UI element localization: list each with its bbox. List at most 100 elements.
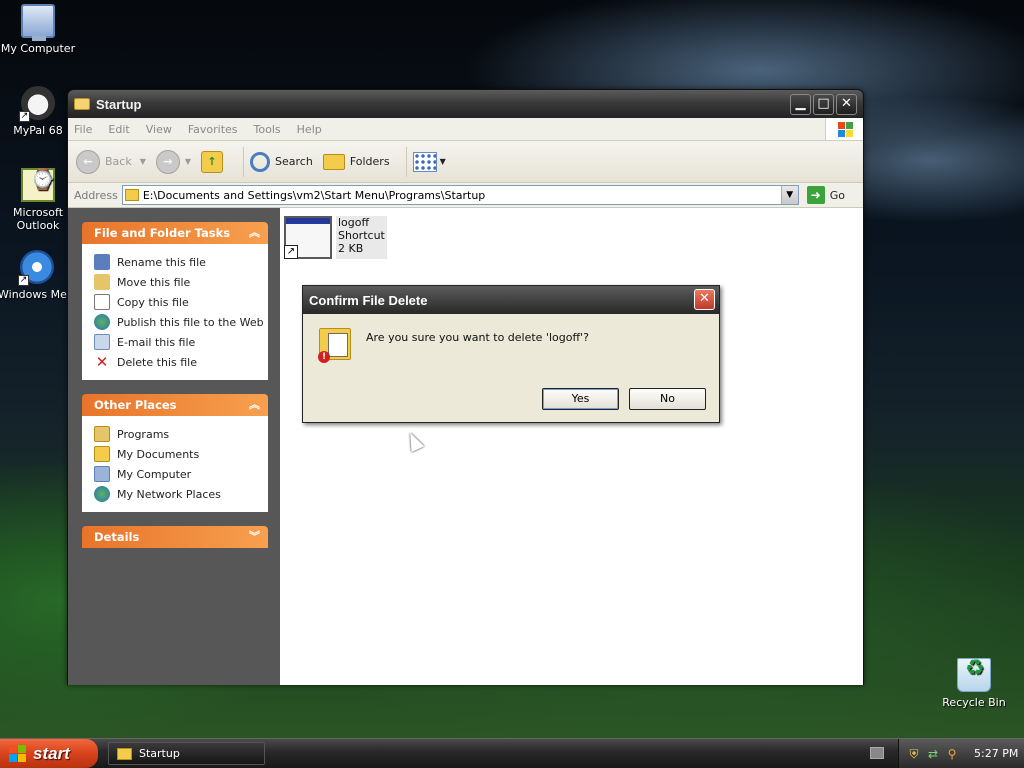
- dialog-title: Confirm File Delete: [309, 292, 428, 308]
- desktop-icon-my-computer[interactable]: My Computer: [0, 4, 78, 55]
- address-label: Address: [74, 188, 118, 202]
- system-tray: ⛨ ⇄ ⚲ 5:27 PM: [898, 739, 1024, 768]
- desktop-icon-media-player[interactable]: ↗ Windows Media Player: [0, 250, 76, 314]
- no-button[interactable]: No: [629, 388, 706, 410]
- forward-button[interactable]: → ▼: [155, 149, 191, 174]
- network-places-icon: [94, 486, 110, 502]
- back-button[interactable]: ← Back ▼: [76, 149, 146, 174]
- media-player-icon: ↗: [18, 250, 54, 286]
- other-places-header[interactable]: Other Places ︽: [82, 394, 268, 416]
- programs-folder-icon: [94, 426, 110, 442]
- dialog-titlebar[interactable]: Confirm File Delete ✕: [303, 286, 719, 314]
- place-label: My Network Places: [117, 487, 221, 501]
- window-title: Startup: [96, 96, 142, 112]
- details-panel: Details ︾: [82, 526, 268, 548]
- dialog-close-button[interactable]: ✕: [694, 289, 715, 310]
- place-my-computer[interactable]: My Computer: [94, 464, 268, 484]
- menu-edit[interactable]: Edit: [108, 123, 129, 136]
- search-icon: [250, 151, 271, 172]
- file-folder-tasks-header[interactable]: File and Folder Tasks ︽: [82, 222, 268, 244]
- task-copy[interactable]: Copy this file: [94, 292, 268, 312]
- taskbar: start Startup ⛨ ⇄ ⚲ 5:27 PM: [0, 738, 1024, 768]
- place-my-network[interactable]: My Network Places: [94, 484, 268, 504]
- delete-warning-icon: !: [318, 328, 351, 363]
- place-label: Programs: [117, 427, 170, 441]
- go-button[interactable]: ➜ Go: [806, 186, 845, 204]
- yes-button[interactable]: Yes: [542, 388, 619, 410]
- recycle-bin-icon: [957, 658, 991, 692]
- details-header[interactable]: Details ︾: [82, 526, 268, 548]
- desktop-icon-label: Windows Media Player: [0, 288, 76, 301]
- up-folder-button[interactable]: ↑: [201, 150, 227, 173]
- search-button[interactable]: Search: [250, 151, 313, 172]
- task-label: Delete this file: [117, 355, 197, 369]
- window-titlebar[interactable]: Startup ▁ □ ✕: [68, 90, 863, 118]
- close-button[interactable]: ✕: [836, 93, 857, 115]
- start-label: start: [33, 743, 70, 763]
- menu-view[interactable]: View: [146, 123, 172, 136]
- panel-title: File and Folder Tasks: [94, 226, 231, 240]
- windows-logo-icon: [825, 118, 863, 140]
- task-email[interactable]: E-mail this file: [94, 332, 268, 352]
- my-documents-icon: [94, 446, 110, 462]
- go-arrow-icon: ➜: [806, 186, 825, 204]
- clock[interactable]: 5:27 PM: [974, 747, 1018, 760]
- toolbar-separator: [405, 146, 407, 177]
- folder-icon: [74, 98, 90, 110]
- maximize-button[interactable]: □: [813, 93, 834, 115]
- place-label: My Computer: [117, 467, 192, 481]
- menu-file[interactable]: File: [74, 123, 92, 136]
- folders-icon: [322, 153, 345, 170]
- shortcut-arrow-icon: ↗: [19, 111, 30, 122]
- back-label: Back: [105, 155, 132, 168]
- task-delete[interactable]: ✕ Delete this file: [94, 352, 268, 372]
- menu-favorites[interactable]: Favorites: [188, 123, 238, 136]
- forward-arrow-icon: →: [155, 149, 180, 174]
- menu-tools[interactable]: Tools: [254, 123, 281, 136]
- desktop-icon-recycle-bin[interactable]: Recycle Bin: [934, 658, 1014, 709]
- views-button[interactable]: ▼: [412, 151, 446, 172]
- copy-icon: [94, 294, 110, 310]
- file-label: logoff Shortcut 2 KB: [336, 216, 387, 259]
- dialog-message: Are you sure you want to delete 'logoff'…: [366, 331, 589, 344]
- up-folder-icon: ↑: [201, 150, 224, 173]
- place-my-documents[interactable]: My Documents: [94, 444, 268, 464]
- task-label: Move this file: [117, 275, 191, 289]
- place-programs[interactable]: Programs: [94, 424, 268, 444]
- keyboard-icon[interactable]: [870, 747, 884, 759]
- search-icon[interactable]: ⚲: [945, 747, 959, 761]
- task-rename[interactable]: Rename this file: [94, 252, 268, 272]
- my-computer-icon: [21, 4, 55, 41]
- task-publish[interactable]: Publish this file to the Web: [94, 312, 268, 332]
- start-button[interactable]: start: [0, 739, 98, 768]
- security-shield-icon[interactable]: ⛨: [907, 747, 921, 761]
- folders-label: Folders: [349, 155, 390, 168]
- minimize-button[interactable]: ▁: [790, 93, 811, 115]
- move-icon: [94, 274, 110, 290]
- address-dropdown-button[interactable]: ▼: [780, 186, 798, 204]
- task-label: Publish this file to the Web: [117, 315, 264, 329]
- shortcut-arrow-icon: ↗: [18, 275, 29, 286]
- menu-help[interactable]: Help: [297, 123, 322, 136]
- back-arrow-icon: ←: [76, 149, 100, 174]
- window-file-icon: ↗: [284, 216, 332, 259]
- delete-x-icon: ✕: [95, 353, 109, 371]
- folders-button[interactable]: Folders: [322, 153, 390, 170]
- folder-icon: [124, 189, 139, 201]
- network-icon[interactable]: ⇄: [926, 747, 940, 761]
- confirm-delete-dialog: Confirm File Delete ✕ ! Are you sure you…: [302, 285, 720, 423]
- task-move[interactable]: Move this file: [94, 272, 268, 292]
- menu-bar: File Edit View Favorites Tools Help: [68, 118, 863, 141]
- windows-flag-icon: [9, 744, 27, 763]
- folder-icon: [117, 747, 132, 760]
- file-list-pane[interactable]: ↗ logoff Shortcut 2 KB: [280, 208, 863, 685]
- toolbar-separator: [243, 146, 245, 177]
- window-content: File and Folder Tasks ︽ Rename this file…: [68, 208, 863, 685]
- file-item-logoff[interactable]: ↗ logoff Shortcut 2 KB: [284, 216, 387, 259]
- task-label: Copy this file: [117, 295, 189, 309]
- taskbar-item-startup[interactable]: Startup: [108, 742, 265, 765]
- desktop-icon-label: Recycle Bin: [942, 696, 1006, 709]
- shortcut-arrow-icon: ↗: [284, 245, 298, 259]
- file-name: logoff: [338, 216, 370, 229]
- address-input[interactable]: E:\Documents and Settings\vm2\Start Menu…: [121, 185, 799, 205]
